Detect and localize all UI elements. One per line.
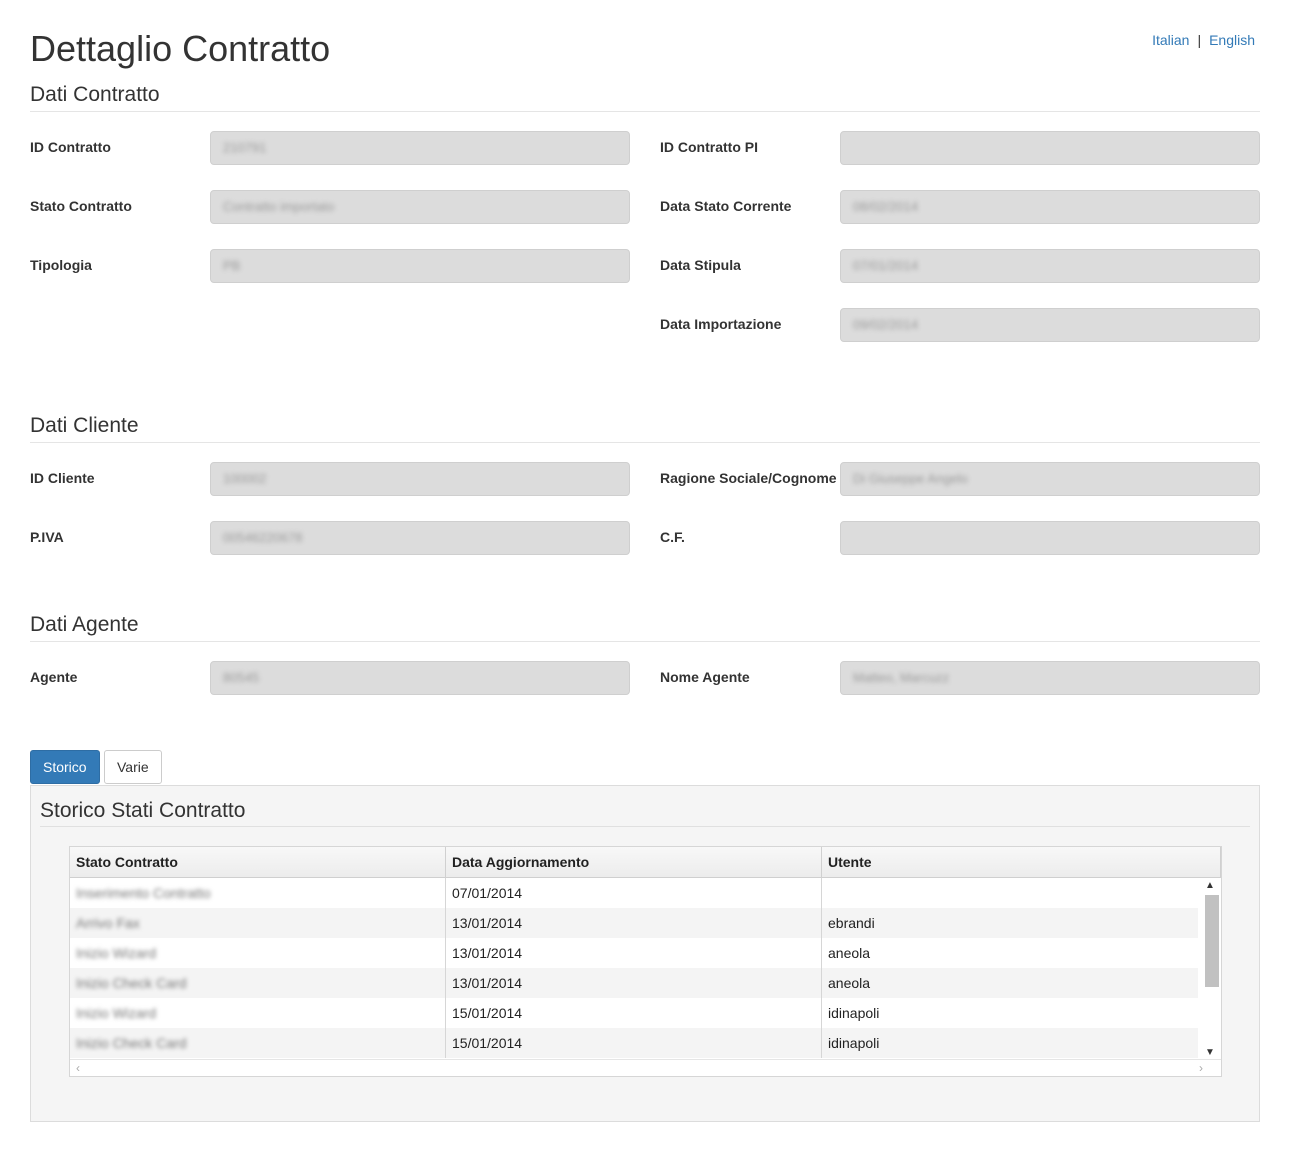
label-piva: P.IVA xyxy=(30,529,64,545)
cell-utente: ebrandi xyxy=(828,915,875,931)
cell-utente: idinapoli xyxy=(828,1035,880,1051)
scroll-right-icon[interactable]: › xyxy=(1199,1060,1203,1076)
scroll-up-icon[interactable]: ▲ xyxy=(1205,880,1215,891)
field-id-contratto-pi xyxy=(840,131,1260,165)
cell-stato: Inizio Check Card xyxy=(70,968,446,998)
label-id-contratto-pi: ID Contratto PI xyxy=(660,139,758,155)
column-header-data[interactable]: Data Aggiornamento xyxy=(446,847,822,878)
tab-varie[interactable]: Varie xyxy=(104,750,162,784)
language-italian-link[interactable]: Italian xyxy=(1152,32,1189,48)
cell-utente: aneola xyxy=(828,975,871,991)
scrollbar-thumb[interactable] xyxy=(1205,895,1219,987)
scroll-left-icon[interactable]: ‹ xyxy=(76,1060,80,1076)
label-data-stato-corrente: Data Stato Corrente xyxy=(660,198,792,214)
section-title-contratto: Dati Contratto xyxy=(30,82,1260,112)
cell-stato: Inizio Wizard xyxy=(70,938,446,968)
cell-utente: aneola xyxy=(828,945,871,961)
section-title-cliente: Dati Cliente xyxy=(30,413,1260,443)
field-data-stato-corrente: 08/02/2014 xyxy=(840,190,1260,224)
label-id-cliente: ID Cliente xyxy=(30,470,95,486)
table-header: Stato Contratto Data Aggiornamento Utent… xyxy=(70,847,1221,878)
field-stato-contratto: Contratto importato xyxy=(210,190,630,224)
column-header-utente[interactable]: Utente xyxy=(822,847,1221,878)
storico-title: Storico Stati Contratto xyxy=(40,798,1250,827)
storico-table: Stato Contratto Data Aggiornamento Utent… xyxy=(69,846,1222,1077)
table-row[interactable]: Inizio Wizard 15/01/2014 idinapoli xyxy=(70,998,1198,1028)
section-title-agente: Dati Agente xyxy=(30,612,1260,642)
field-tipologia: PB xyxy=(210,249,630,283)
table-row[interactable]: Inizio Wizard 13/01/2014 aneola xyxy=(70,938,1198,968)
scroll-down-icon[interactable]: ▼ xyxy=(1205,1047,1215,1058)
table-row[interactable]: Inizio Check Card 13/01/2014 aneola xyxy=(70,968,1198,998)
cell-data: 13/01/2014 xyxy=(446,968,822,998)
field-ragione-sociale: Di Giuseppe Angelo xyxy=(840,462,1260,496)
cell-utente xyxy=(822,878,1198,908)
language-separator: | xyxy=(1197,32,1202,48)
label-nome-agente: Nome Agente xyxy=(660,669,750,685)
field-id-contratto: 210791 xyxy=(210,131,630,165)
cell-data: 07/01/2014 xyxy=(446,878,822,908)
table-row[interactable]: Arrivo Fax 13/01/2014 ebrandi xyxy=(70,908,1198,938)
language-english-link[interactable]: English xyxy=(1209,32,1255,48)
label-stato-contratto: Stato Contratto xyxy=(30,198,132,214)
column-header-stato[interactable]: Stato Contratto xyxy=(70,847,446,878)
cell-data: 15/01/2014 xyxy=(446,998,822,1028)
cell-stato: Arrivo Fax xyxy=(70,908,446,938)
storico-panel: Storico Stati Contratto Stato Contratto … xyxy=(30,785,1260,1122)
label-data-stipula: Data Stipula xyxy=(660,257,741,273)
cell-stato: Inizio Wizard xyxy=(70,998,446,1028)
field-data-stipula: 07/01/2014 xyxy=(840,249,1260,283)
cell-data: 15/01/2014 xyxy=(446,1028,822,1058)
field-id-cliente: 100002 xyxy=(210,462,630,496)
field-data-importazione: 09/02/2014 xyxy=(840,308,1260,342)
language-switcher: Italian | English xyxy=(1152,32,1255,48)
page-title: Dettaglio Contratto xyxy=(30,28,331,69)
cell-data: 13/01/2014 xyxy=(446,908,822,938)
table-body: Inserimento Contratto 07/01/2014 Arrivo … xyxy=(70,878,1198,1060)
table-row[interactable]: Inizio Check Card 15/01/2014 idinapoli xyxy=(70,1028,1198,1058)
field-agente: 80545 xyxy=(210,661,630,695)
cell-utente: idinapoli xyxy=(828,1005,880,1021)
label-tipologia: Tipologia xyxy=(30,257,92,273)
label-data-importazione: Data Importazione xyxy=(660,316,782,332)
label-agente: Agente xyxy=(30,669,78,685)
field-piva: 00546220678 xyxy=(210,521,630,555)
label-cf: C.F. xyxy=(660,529,685,545)
field-nome-agente: Matteo, Marcuzz xyxy=(840,661,1260,695)
label-id-contratto: ID Contratto xyxy=(30,139,111,155)
label-ragione-sociale: Ragione Sociale/Cognome xyxy=(660,470,837,486)
field-cf xyxy=(840,521,1260,555)
table-row[interactable]: Inserimento Contratto 07/01/2014 xyxy=(70,878,1198,908)
vertical-scrollbar[interactable]: ▲ ▼ xyxy=(1199,878,1221,1060)
horizontal-scrollbar[interactable]: ‹ › xyxy=(70,1059,1221,1076)
cell-stato: Inizio Check Card xyxy=(70,1028,446,1058)
cell-data: 13/01/2014 xyxy=(446,938,822,968)
cell-stato: Inserimento Contratto xyxy=(70,878,446,908)
tab-storico[interactable]: Storico xyxy=(30,750,100,784)
